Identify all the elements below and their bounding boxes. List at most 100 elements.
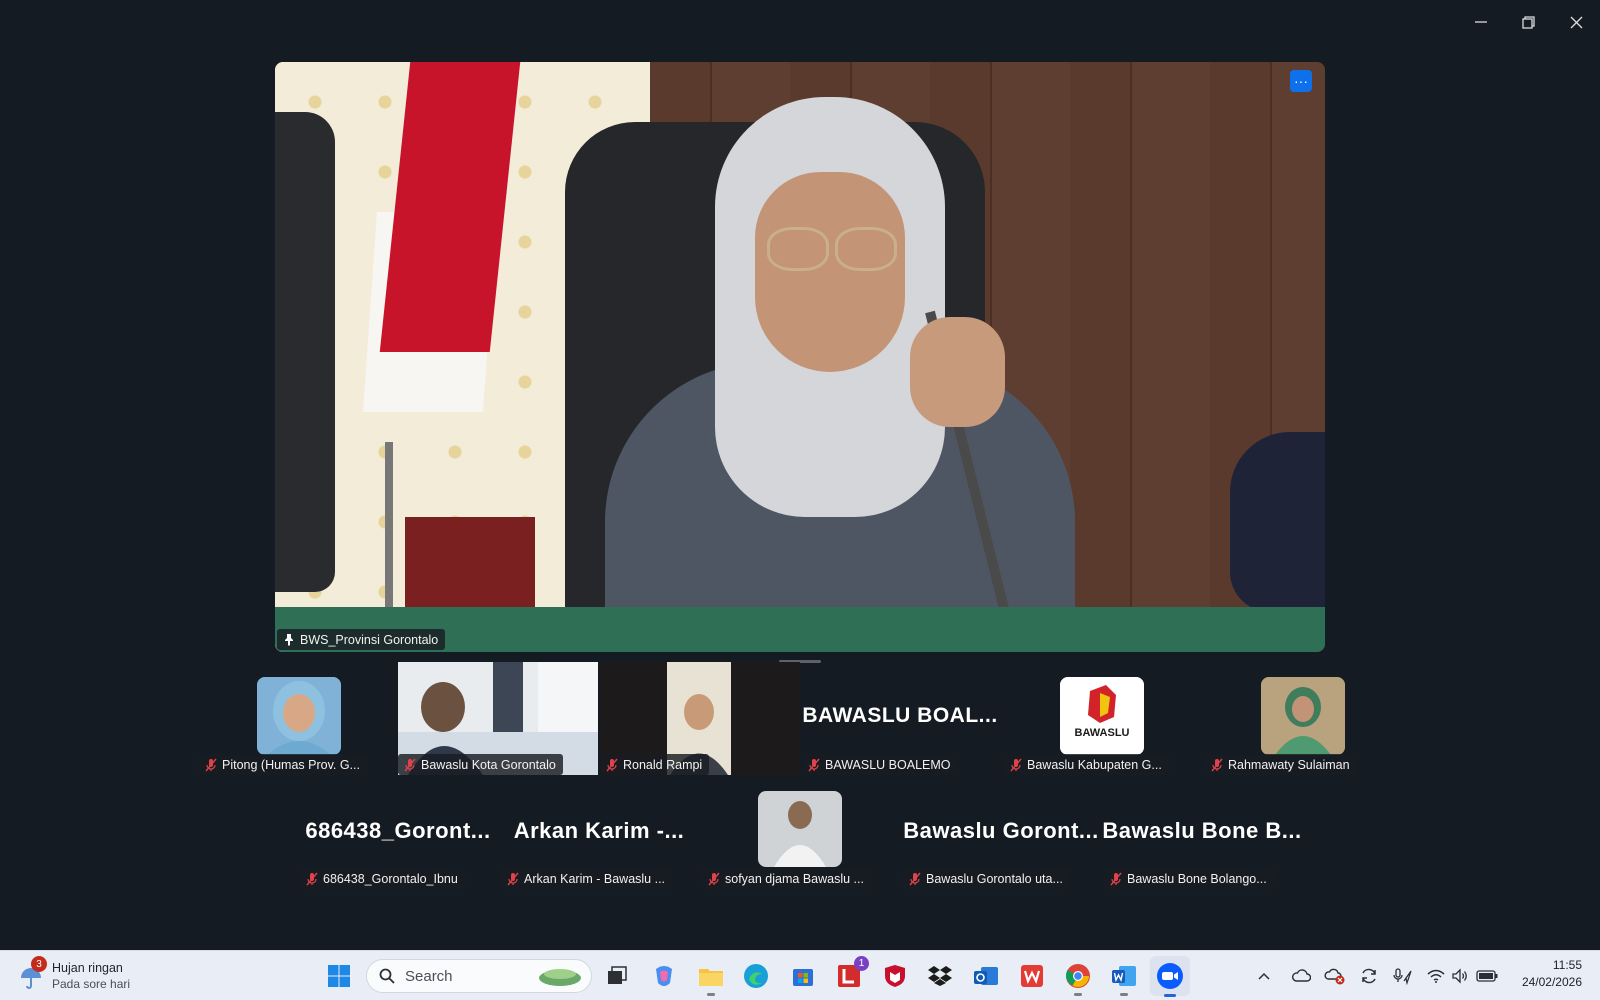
task-view-icon <box>608 966 627 984</box>
participant-tile[interactable]: sofyan djama Bawaslu ... <box>700 776 900 889</box>
tray-wifi[interactable] <box>1424 960 1448 992</box>
participant-tile[interactable]: 686438_Goront... 686438_Gorontalo_Ibnu <box>298 776 498 889</box>
tray-onedrive[interactable] <box>1288 960 1314 992</box>
participant-display-name: 686438_Goront... <box>305 818 491 843</box>
video-more-options-button[interactable]: ··· <box>1290 70 1312 92</box>
word-icon <box>1112 966 1136 986</box>
taskbar-app-mcafee[interactable] <box>879 960 911 992</box>
battery-icon <box>1476 970 1498 982</box>
volume-icon <box>1452 968 1467 984</box>
mic-muted-icon <box>909 872 921 886</box>
refresh-icon <box>1362 968 1376 984</box>
tray-sync-error[interactable] <box>1322 960 1348 992</box>
tray-volume[interactable] <box>1448 960 1472 992</box>
chrome-icon <box>1066 964 1090 988</box>
participant-photo <box>1261 677 1345 755</box>
participant-label: 686438_Gorontalo_Ibnu <box>300 868 465 889</box>
taskbar-app-copilot[interactable] <box>648 960 680 992</box>
taskbar-app-wps[interactable] <box>1016 960 1048 992</box>
taskbar-app-dropbox[interactable] <box>924 960 956 992</box>
taskbar-app-libreoffice[interactable]: 1 <box>833 956 869 992</box>
participant-tile[interactable]: BAWASLU Bawaslu Kabupaten G... <box>1002 662 1202 775</box>
restore-button[interactable] <box>1507 8 1549 36</box>
participant-name: BAWASLU BOALEMO <box>825 757 951 772</box>
search-placeholder: Search <box>405 967 453 985</box>
speaker-figure <box>835 227 897 271</box>
desk-shape <box>405 517 535 607</box>
participant-label: Bawaslu Kota Gorontalo <box>398 754 563 775</box>
participant-label: Pitong (Humas Prov. G... <box>199 754 368 775</box>
chevron-up-icon <box>1258 972 1270 980</box>
windows-icon <box>328 965 350 987</box>
weather-widget[interactable]: 3 Hujan ringan Pada sore hari <box>18 956 158 995</box>
shield-icon <box>885 965 905 987</box>
close-button[interactable] <box>1555 8 1597 36</box>
main-speaker-video[interactable]: ··· BWS_Provinsi Gorontalo <box>275 62 1325 652</box>
running-indicator <box>1120 993 1128 996</box>
avatar <box>1261 677 1345 755</box>
edge-icon <box>744 964 768 988</box>
mic-muted-icon <box>306 872 318 886</box>
show-hidden-icons-button[interactable] <box>1253 960 1275 992</box>
participant-tile[interactable]: Bawaslu Goront... Bawaslu Gorontalo uta.… <box>901 776 1101 889</box>
mic-muted-icon <box>1110 872 1122 886</box>
folder-icon <box>699 969 723 986</box>
participant-name: Bawaslu Bone Bolango... <box>1127 871 1267 886</box>
participant-tile[interactable]: Bawaslu Bone B... Bawaslu Bone Bolango..… <box>1102 776 1302 889</box>
taskbar-search[interactable]: Search <box>366 959 592 993</box>
participant-label: Bawaslu Bone Bolango... <box>1104 868 1274 889</box>
taskbar-app-chrome[interactable] <box>1062 960 1094 996</box>
wps-icon <box>1021 965 1043 987</box>
logo-text: BAWASLU <box>1074 727 1130 739</box>
taskbar-app-outlook[interactable] <box>970 960 1002 992</box>
participant-label: Arkan Karim - Bawaslu ... <box>501 868 673 889</box>
taskbar-app-file-explorer[interactable] <box>695 960 727 996</box>
taskbar-app-store[interactable] <box>787 960 819 992</box>
participant-tile[interactable]: Rahmawaty Sulaiman <box>1203 662 1403 775</box>
mic-muted-icon <box>708 872 720 886</box>
participant-tile[interactable]: BAWASLU BOAL... BAWASLU BOALEMO <box>800 662 1000 775</box>
participant-label: Bawaslu Kabupaten G... <box>1004 754 1169 775</box>
tray-refresh[interactable] <box>1356 960 1382 992</box>
clock-date: 24/02/2026 <box>1521 975 1582 989</box>
participant-tile[interactable]: Ronald Rampi <box>600 662 800 775</box>
tray-battery[interactable] <box>1473 960 1501 992</box>
cloud-error-icon <box>1324 968 1345 985</box>
tray-microphone[interactable] <box>1390 960 1416 992</box>
taskbar-app-zoom[interactable] <box>1150 956 1190 997</box>
copilot-icon <box>656 966 672 986</box>
taskbar-app-word[interactable] <box>1108 960 1140 996</box>
more-icon: ··· <box>1294 73 1308 89</box>
minimize-button[interactable] <box>1460 8 1502 36</box>
speaker-figure <box>910 317 1005 427</box>
participant-tile[interactable]: Arkan Karim -... Arkan Karim - Bawaslu .… <box>499 776 699 889</box>
participant-photo <box>758 791 842 867</box>
participant-tile[interactable]: Pitong (Humas Prov. G... <box>199 662 399 775</box>
participant-name: Arkan Karim - Bawaslu ... <box>524 871 666 886</box>
notification-badge: 1 <box>854 956 869 971</box>
participant-display-name: Bawaslu Bone B... <box>1102 818 1302 843</box>
weather-title: Hujan ringan <box>52 961 123 975</box>
running-indicator <box>707 993 715 996</box>
pin-icon <box>283 633 295 646</box>
mic-muted-icon <box>1211 758 1223 772</box>
zoom-icon <box>1157 963 1183 989</box>
participant-name: sofyan djama Bawaslu ... <box>725 871 864 886</box>
chair-shape <box>275 112 335 592</box>
participant-name: Bawaslu Kota Gorontalo <box>421 757 556 772</box>
participant-tile[interactable]: Bawaslu Kota Gorontalo <box>398 662 598 775</box>
running-indicator <box>1074 993 1082 996</box>
start-button[interactable] <box>323 960 355 992</box>
mic-muted-icon <box>507 872 519 886</box>
taskbar-app-edge[interactable] <box>740 960 772 992</box>
participant-name: Bawaslu Gorontalo uta... <box>926 871 1063 886</box>
clock[interactable]: 11:55 24/02/2026 <box>1506 958 1582 989</box>
task-view-button[interactable] <box>601 960 633 992</box>
outlook-icon <box>974 967 998 985</box>
dropbox-icon <box>928 966 952 986</box>
clock-time: 11:55 <box>1552 958 1582 972</box>
bawaslu-logo: BAWASLU <box>1060 677 1144 755</box>
cloud-icon <box>1292 969 1311 982</box>
restore-icon <box>1521 15 1535 29</box>
mic-muted-icon <box>404 758 416 772</box>
